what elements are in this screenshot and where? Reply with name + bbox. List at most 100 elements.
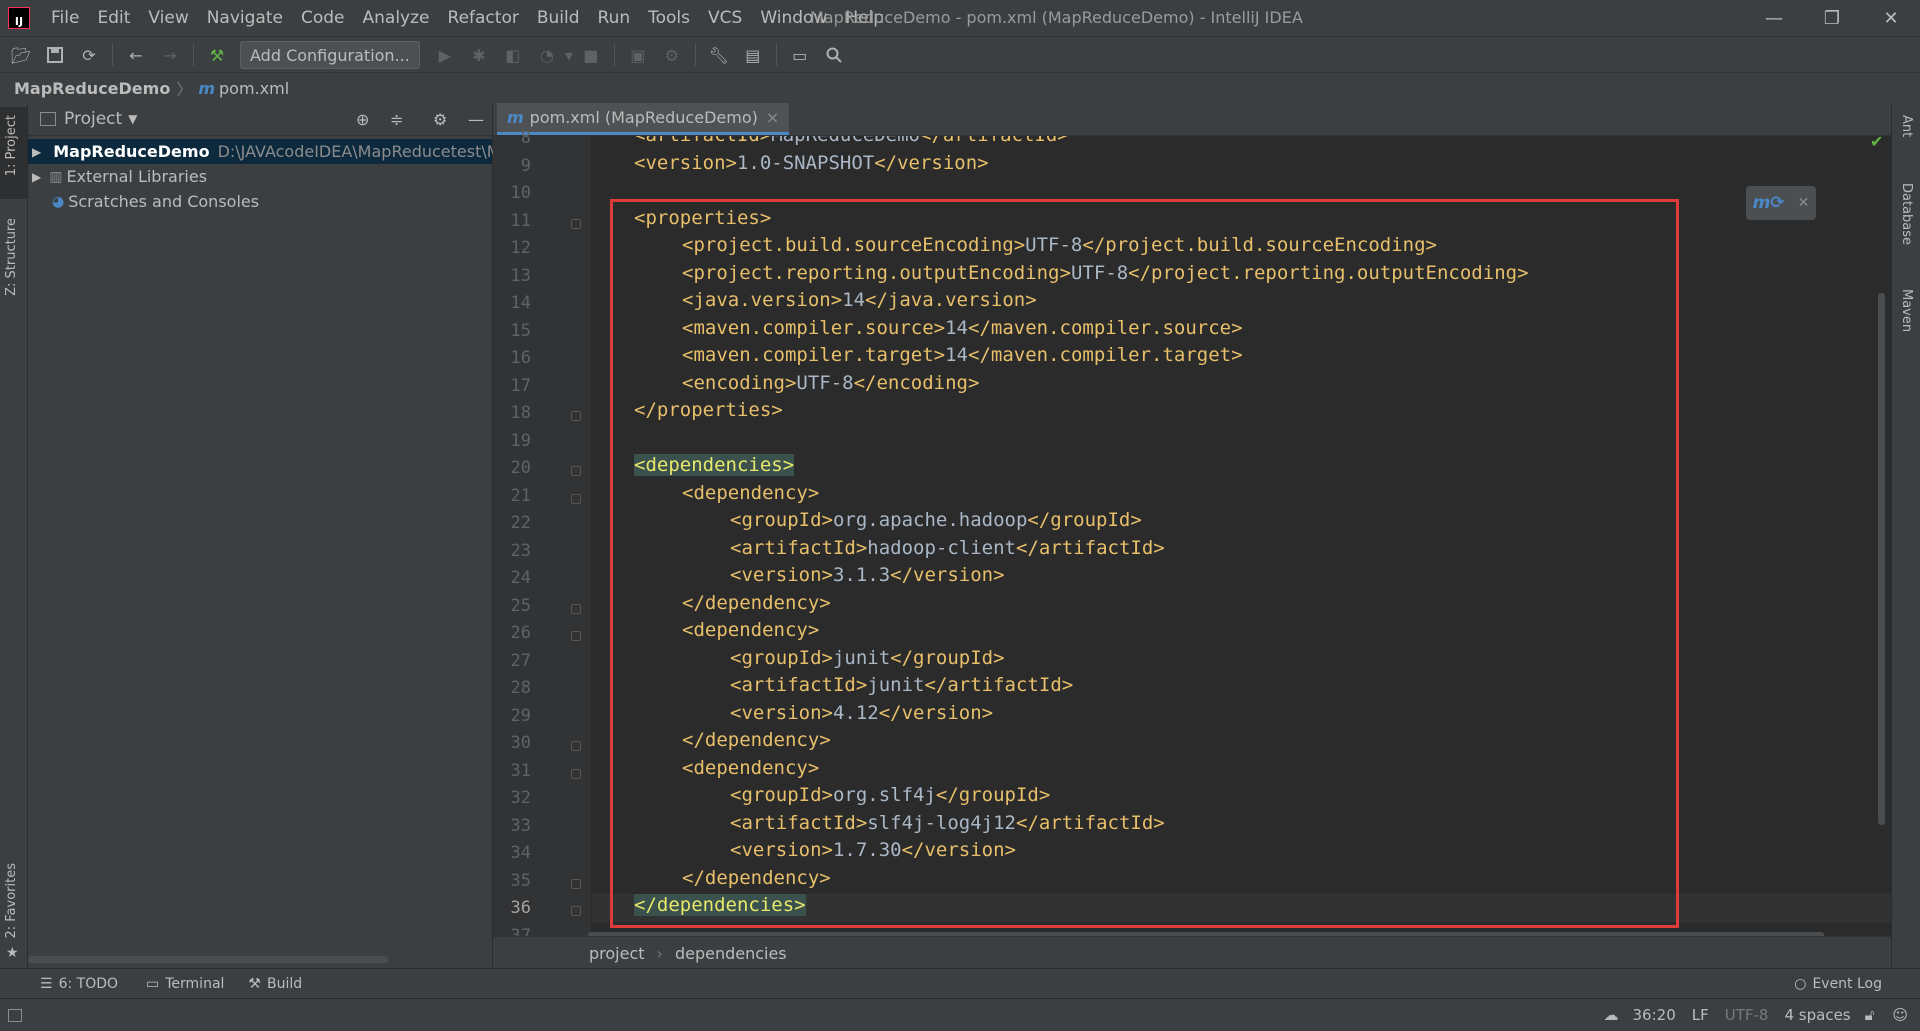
run-icon[interactable]: ▶ — [434, 44, 456, 66]
tree-item-scratches[interactable]: ◕ Scratches and Consoles — [28, 189, 492, 214]
project-structure-icon[interactable]: ▤ — [742, 44, 764, 66]
line-number: 16 — [510, 348, 531, 368]
lock-icon[interactable]: 🔓︎ — [1865, 1006, 1875, 1024]
no-problems-check-icon: ✔ — [1870, 132, 1884, 151]
tool-tab-todo[interactable]: 6: TODO — [59, 976, 118, 992]
open-folder-icon[interactable]: 📂︎ — [10, 44, 32, 66]
minimize-panel-icon[interactable]: — — [468, 110, 484, 129]
line-number: 36 — [510, 898, 531, 918]
add-configuration-button[interactable]: Add Configuration... — [240, 41, 420, 69]
menu-file[interactable]: File — [42, 0, 88, 36]
expand-arrow-icon[interactable]: ▶ — [32, 170, 41, 184]
breadcrumb-item[interactable]: dependencies — [675, 944, 787, 963]
settings-wrench-icon[interactable]: 🔧︎ — [708, 44, 730, 66]
line-separator[interactable]: LF — [1692, 1006, 1709, 1024]
fold-marker-icon[interactable] — [571, 466, 581, 476]
coverage-icon[interactable]: ◧ — [502, 44, 524, 66]
maven-reload-icon[interactable]: m⟳ — [1753, 193, 1785, 213]
maven-file-icon: m — [198, 78, 216, 98]
fold-marker-icon[interactable] — [571, 631, 581, 641]
menu-refactor[interactable]: Refactor — [439, 0, 528, 36]
fold-marker-icon[interactable] — [571, 218, 581, 229]
maven-reload-popup: m⟳ ✕ — [1746, 186, 1816, 220]
attach-debugger-icon[interactable]: ▣ — [627, 44, 649, 66]
debug-icon[interactable]: ✱ — [468, 44, 490, 66]
forward-icon[interactable]: → — [159, 44, 181, 66]
chevron-down-icon[interactable]: ▼ — [128, 112, 137, 126]
tool-tab-event-log[interactable]: Event Log — [1812, 976, 1882, 992]
menu-analyze[interactable]: Analyze — [354, 0, 439, 36]
horizontal-scrollbar[interactable] — [28, 956, 388, 963]
gear-icon[interactable]: ⚙ — [433, 110, 447, 129]
fold-marker-icon[interactable] — [571, 768, 581, 779]
fold-marker-icon[interactable] — [571, 741, 581, 751]
line-number: 31 — [510, 760, 531, 781]
close-button[interactable]: ✕ — [1862, 0, 1920, 36]
indent-setting[interactable]: 4 spaces — [1784, 1006, 1850, 1024]
background-tasks-icon[interactable]: ☁ — [1604, 1006, 1619, 1024]
build-hammer-icon[interactable]: ⚒ — [206, 44, 228, 66]
line-number: 17 — [510, 375, 531, 396]
terminal-window-icon[interactable]: ▭ — [789, 44, 811, 66]
tool-tab-project[interactable]: 1: Project — [4, 115, 19, 176]
menu-edit[interactable]: Edit — [88, 0, 139, 36]
deploy-icon[interactable]: ⚙ — [661, 44, 683, 66]
line-number: 35 — [510, 870, 531, 891]
nav-file[interactable]: pom.xml — [219, 79, 289, 98]
locate-target-icon[interactable]: ⊕ — [356, 110, 369, 129]
fold-marker-icon[interactable] — [571, 411, 581, 421]
caret-position[interactable]: 36:20 — [1633, 1006, 1676, 1024]
xml-tag: <artifactId> — [634, 136, 771, 146]
close-tab-icon[interactable]: × — [766, 108, 779, 127]
tree-item-external-libraries[interactable]: ▶ ▥ External Libraries — [28, 164, 492, 189]
menu-build[interactable]: Build — [528, 0, 589, 36]
line-number: 29 — [510, 705, 531, 726]
tool-tab-ant[interactable]: Ant — [1899, 115, 1914, 137]
menu-code[interactable]: Code — [292, 0, 354, 36]
fold-marker-icon[interactable] — [571, 906, 581, 916]
tree-item-project-root[interactable]: ▶ MapReduceDemo D:\JAVAcodeIDEA\MapReduc… — [28, 139, 501, 164]
close-icon[interactable]: ✕ — [1798, 195, 1810, 211]
save-icon[interactable] — [44, 44, 66, 66]
nav-project[interactable]: MapReduceDemo — [14, 79, 170, 98]
line-number: 11 — [510, 210, 531, 231]
line-number: 23 — [510, 540, 531, 561]
tool-tab-structure[interactable]: Z: Structure — [4, 218, 19, 296]
project-view-label[interactable]: Project — [64, 109, 122, 129]
collapse-all-icon[interactable]: ≑ — [390, 110, 403, 129]
profile-icon[interactable]: ◔ — [536, 44, 558, 66]
restore-button[interactable]: ❐ — [1803, 0, 1861, 36]
chevron-down-icon[interactable]: ▾ — [564, 44, 574, 66]
tool-tab-build[interactable]: Build — [267, 976, 302, 992]
tool-tab-terminal[interactable]: Terminal — [165, 976, 224, 992]
fold-marker-icon[interactable] — [571, 493, 581, 504]
editor-tab-pom[interactable]: m pom.xml (MapReduceDemo) × — [497, 103, 790, 135]
line-number: 10 — [510, 183, 531, 203]
menu-view[interactable]: View — [139, 0, 197, 36]
line-number: 15 — [510, 320, 531, 341]
back-icon[interactable]: ← — [125, 44, 147, 66]
menu-navigate[interactable]: Navigate — [198, 0, 292, 36]
vertical-scrollbar[interactable] — [1878, 293, 1885, 825]
tool-tab-favorites[interactable]: 2: Favorites — [4, 863, 19, 939]
tool-tab-maven[interactable]: Maven — [1899, 289, 1914, 332]
tree-item-label: MapReduceDemo — [53, 142, 210, 161]
breadcrumb-item[interactable]: project — [589, 944, 645, 963]
inspector-icon[interactable]: ☺ — [1892, 1006, 1908, 1024]
expand-arrow-icon[interactable]: ▶ — [32, 145, 41, 159]
tool-tab-database[interactable]: Database — [1899, 183, 1914, 245]
editor-tab-bar: m pom.xml (MapReduceDemo) × — [493, 103, 1891, 136]
menu-run[interactable]: Run — [589, 0, 640, 36]
stop-icon[interactable]: ■ — [580, 44, 602, 66]
sync-icon[interactable]: ⟳ — [78, 44, 100, 66]
minimize-button[interactable]: — — [1745, 0, 1803, 36]
xml-close-tag: </version> — [874, 151, 989, 174]
toggle-tool-windows-icon[interactable] — [8, 1008, 22, 1022]
fold-marker-icon[interactable] — [571, 878, 581, 889]
fold-marker-icon[interactable] — [571, 603, 581, 614]
file-encoding[interactable]: UTF-8 — [1725, 1006, 1769, 1024]
menu-vcs[interactable]: VCS — [699, 0, 751, 36]
line-number: 27 — [510, 650, 531, 671]
menu-tools[interactable]: Tools — [639, 0, 699, 36]
search-icon[interactable] — [823, 44, 845, 66]
